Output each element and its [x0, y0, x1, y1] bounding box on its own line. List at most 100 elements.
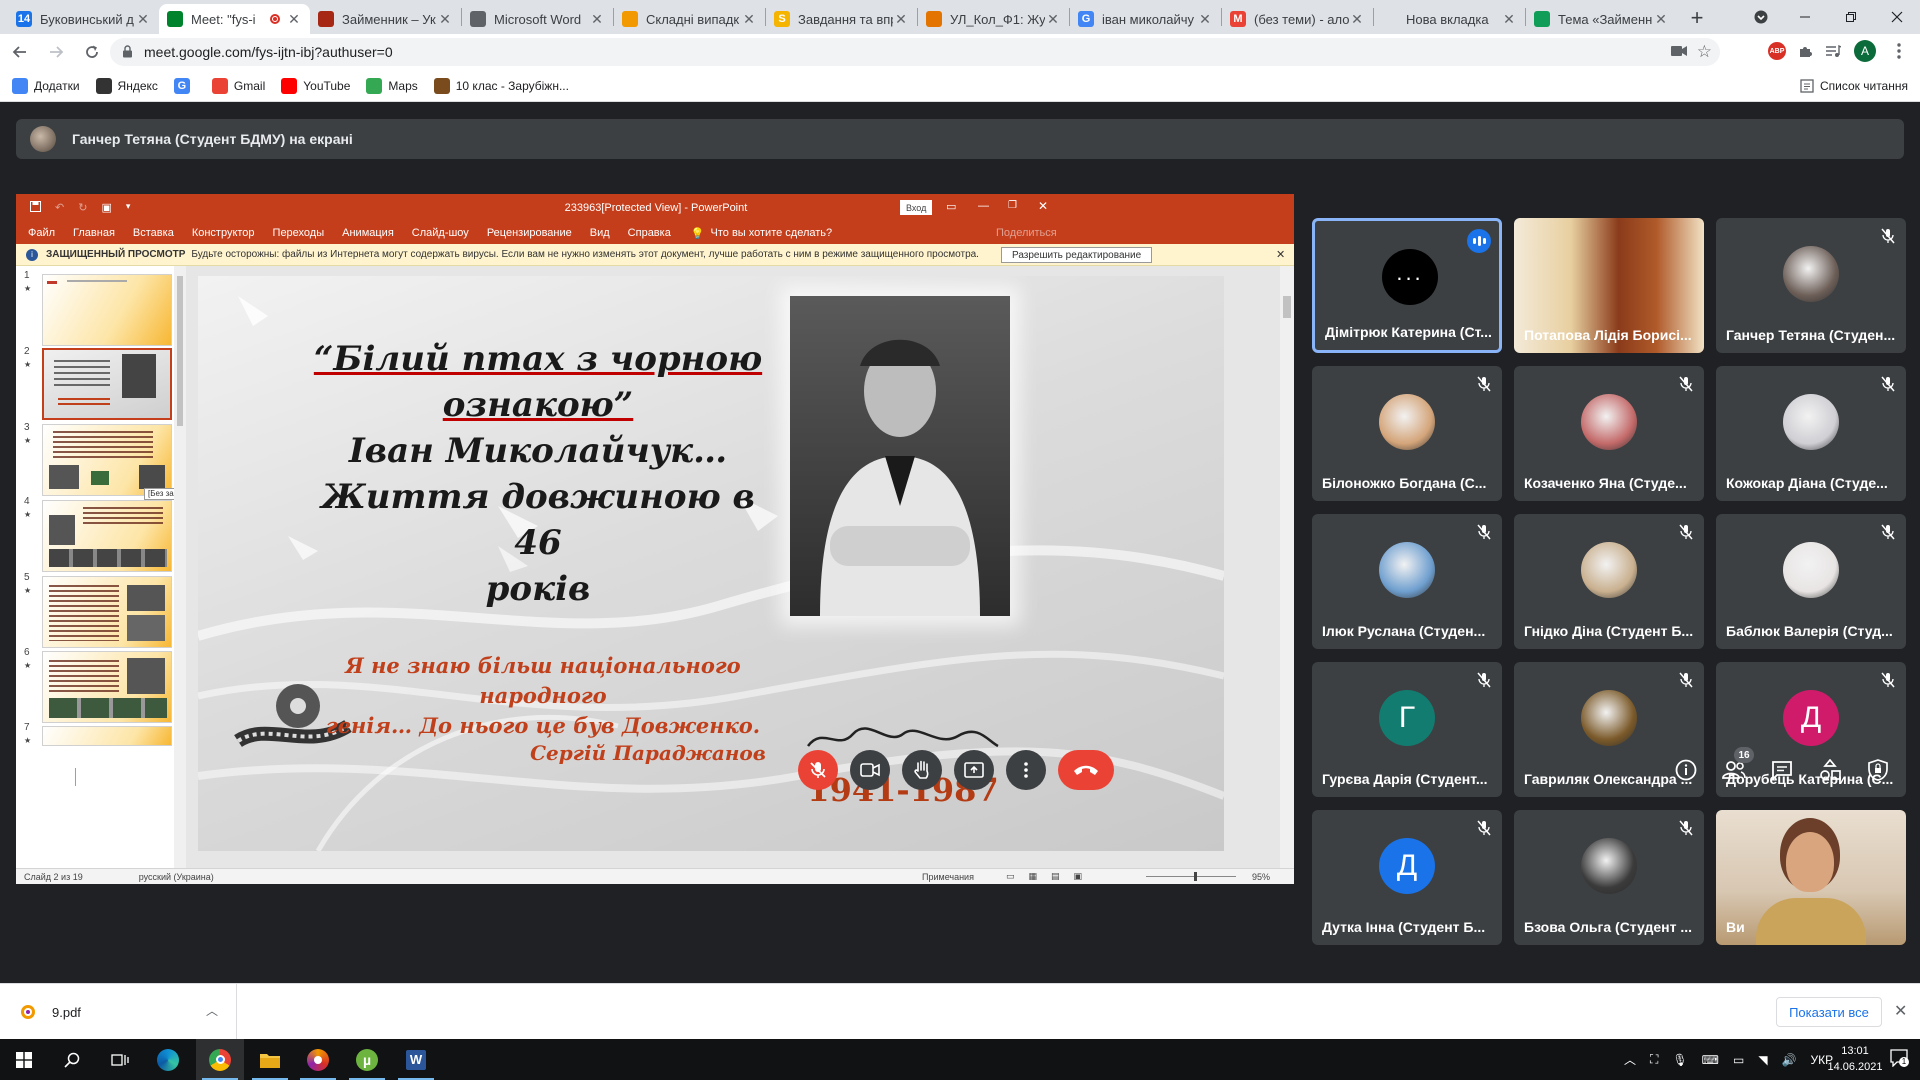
bookmark-item[interactable]: YouTube: [281, 77, 350, 94]
tray-app-icon[interactable]: ⛶: [1650, 1052, 1658, 1067]
browser-tab[interactable]: 14 Буковинський д ✕: [8, 4, 159, 34]
ppt-menu-tab[interactable]: Файл: [28, 227, 55, 239]
close-window-button[interactable]: [1874, 0, 1920, 34]
raise-hand-button[interactable]: [902, 750, 942, 790]
ppt-menu-tab[interactable]: Слайд-шоу: [412, 227, 469, 239]
tab-close-icon[interactable]: ✕: [135, 11, 151, 27]
lock-icon[interactable]: [122, 45, 134, 59]
bookmark-item[interactable]: Maps: [366, 77, 418, 94]
ppt-menu-tab[interactable]: Вид: [590, 227, 610, 239]
ppt-restore-icon[interactable]: ❐: [1008, 200, 1017, 211]
browser-tab[interactable]: Тема «Займенн ✕: [1526, 4, 1677, 34]
tray-chevron-icon[interactable]: ︿: [1624, 1051, 1636, 1068]
tab-close-icon[interactable]: ✕: [741, 11, 757, 27]
microphone-toggle-button[interactable]: [798, 750, 838, 790]
save-icon[interactable]: [30, 201, 41, 212]
slide-scroll-thumb[interactable]: [1283, 296, 1291, 318]
back-button[interactable]: [4, 36, 36, 68]
download-filename[interactable]: 9.pdf: [52, 1005, 81, 1020]
tab-close-icon[interactable]: ✕: [1349, 11, 1365, 27]
present-icon[interactable]: ▣: [101, 201, 111, 214]
tray-battery-icon[interactable]: ▭: [1733, 1053, 1744, 1067]
participant-tile[interactable]: ... Дімітрюк Катерина (Ст...: [1312, 218, 1502, 353]
tab-close-icon[interactable]: ✕: [1501, 11, 1517, 27]
enable-editing-button[interactable]: Разрешить редактирование: [1001, 247, 1153, 263]
bookmark-item[interactable]: G: [173, 77, 196, 94]
zoom-level[interactable]: 95%: [1252, 872, 1270, 882]
browser-tab[interactable]: Gіван миколайчу ✕: [1070, 4, 1221, 34]
bookmark-item[interactable]: 10 клас - Зарубіжн...: [433, 77, 569, 94]
meeting-details-button[interactable]: [1670, 754, 1702, 786]
extensions-icon[interactable]: [1792, 38, 1818, 64]
camera-in-use-icon[interactable]: [1670, 44, 1687, 61]
tray-keyboard-icon[interactable]: ⌨: [1702, 1053, 1719, 1067]
browser-tab[interactable]: Meet: "fys-i ✕: [159, 4, 310, 34]
participant-tile[interactable]: Ганчер Тетяна (Студен...: [1716, 218, 1906, 353]
participant-tile[interactable]: Гнідко Діна (Студент Б...: [1514, 514, 1704, 649]
notifications-button[interactable]: 1: [1890, 1049, 1910, 1069]
bookmark-star-icon[interactable]: ☆: [1697, 42, 1712, 62]
media-controls-icon[interactable]: [1820, 38, 1846, 64]
new-tab-button[interactable]: +: [1683, 4, 1711, 32]
browser-tab[interactable]: Складні випадк ✕: [614, 4, 765, 34]
browser-tab[interactable]: Займенник – Ук ✕: [310, 4, 461, 34]
slide-thumb-1[interactable]: [42, 274, 172, 346]
tell-me-search[interactable]: Что вы хотите сделать?: [711, 227, 833, 239]
slide-scrollbar[interactable]: [1280, 266, 1294, 868]
zoom-slider[interactable]: [1146, 872, 1236, 881]
profile-avatar[interactable]: A: [1852, 38, 1878, 64]
ppt-close-icon[interactable]: ✕: [1038, 199, 1048, 213]
tab-close-icon[interactable]: ✕: [893, 11, 909, 27]
ppt-signin-button[interactable]: Вход: [900, 200, 933, 215]
tab-close-icon[interactable]: ✕: [1045, 11, 1061, 27]
chrome-app[interactable]: [196, 1039, 244, 1080]
browser-tab[interactable]: S Завдання та впр ✕: [766, 4, 917, 34]
ppt-menu-tab[interactable]: Анимация: [342, 227, 394, 239]
ribbon-display-icon[interactable]: ▭: [946, 200, 956, 213]
browser-tab[interactable]: Microsoft Word ✕: [462, 4, 613, 34]
tab-close-icon[interactable]: ✕: [1653, 11, 1669, 27]
more-options-button[interactable]: [1006, 750, 1046, 790]
minimize-button[interactable]: [1782, 0, 1828, 34]
participant-tile[interactable]: Ілюк Руслана (Студен...: [1312, 514, 1502, 649]
file-explorer-app[interactable]: [246, 1039, 294, 1080]
thumbs-scroll-thumb[interactable]: [177, 276, 183, 426]
tray-network-icon[interactable]: ◥: [1758, 1053, 1767, 1067]
camera-toggle-button[interactable]: [850, 750, 890, 790]
notes-button[interactable]: Примечания: [922, 872, 974, 882]
browser-tab[interactable]: M (без теми) - ало ✕: [1222, 4, 1373, 34]
participant-tile[interactable]: Баблюк Валерія (Студ...: [1716, 514, 1906, 649]
tray-mic-icon[interactable]: 🎙: [1672, 1053, 1687, 1067]
participant-tile[interactable]: Білоножко Богдана (С...: [1312, 366, 1502, 501]
adblock-icon[interactable]: ABP: [1764, 38, 1790, 64]
present-now-button[interactable]: [954, 750, 994, 790]
restore-button[interactable]: [1828, 0, 1874, 34]
activities-button[interactable]: [1814, 754, 1846, 786]
reload-button[interactable]: [76, 36, 108, 68]
bookmark-item[interactable]: Gmail: [211, 77, 265, 94]
participant-tile[interactable]: Д Дутка Інна (Студент Б...: [1312, 810, 1502, 945]
chat-button[interactable]: [1766, 754, 1798, 786]
slide-thumb-5[interactable]: [42, 576, 172, 648]
download-item[interactable]: 9.pdf ︿: [0, 984, 237, 1040]
tab-close-icon[interactable]: ✕: [589, 11, 605, 27]
thumbs-scrollbar[interactable]: [174, 266, 186, 868]
edge-app[interactable]: [144, 1039, 192, 1080]
tab-close-icon[interactable]: ✕: [286, 11, 302, 27]
browser-tab[interactable]: Нова вкладка ✕: [1374, 4, 1525, 34]
slide-thumb-4[interactable]: [42, 500, 172, 572]
ppt-menu-tab[interactable]: Переходы: [273, 227, 325, 239]
browser-menu-icon[interactable]: [1886, 38, 1912, 64]
slide-thumb-3[interactable]: [42, 424, 172, 496]
search-button[interactable]: [48, 1039, 96, 1080]
participant-tile[interactable]: Козаченко Яна (Студе...: [1514, 366, 1704, 501]
download-chevron-up-icon[interactable]: ︿: [206, 1002, 218, 1019]
customize-qat-icon[interactable]: ▾: [126, 201, 131, 214]
reading-list-button[interactable]: Список читання: [1800, 70, 1908, 102]
participant-tile[interactable]: Бзова Ольга (Студент ...: [1514, 810, 1704, 945]
participant-tile[interactable]: Кожокар Діана (Студе...: [1716, 366, 1906, 501]
view-buttons[interactable]: ▭▦▤▣: [1006, 871, 1096, 882]
ppt-menu-tab[interactable]: Конструктор: [192, 227, 255, 239]
address-bar[interactable]: meet.google.com/fys-ijtn-ibj?authuser=0 …: [110, 38, 1720, 66]
url-text[interactable]: meet.google.com/fys-ijtn-ibj?authuser=0: [144, 44, 393, 60]
